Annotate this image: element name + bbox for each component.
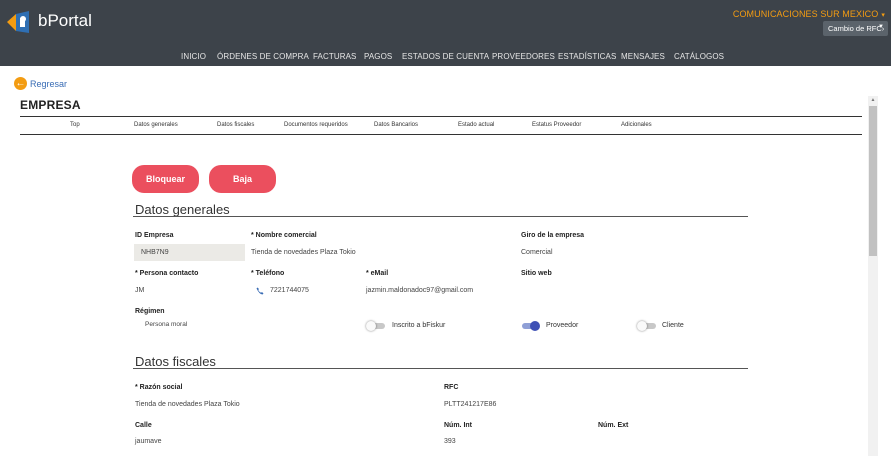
contact-label: * Persona contacto (135, 270, 199, 277)
rfc-change-label: Cambio de RFC› (828, 24, 885, 33)
phone-value: 7221744075 (270, 287, 309, 294)
toggle-knob (637, 321, 647, 331)
tabs-divider-top (20, 116, 862, 117)
client-toggle-label: Cliente (662, 322, 684, 329)
legal-name-label: * Razón social (135, 384, 183, 391)
scroll-up-arrow-icon[interactable]: ▲ (868, 96, 878, 105)
nav-catalogos[interactable]: CATÁLOGOS (674, 52, 724, 61)
client-toggle[interactable] (637, 321, 657, 331)
business-value: Comercial (521, 249, 553, 256)
regime-value: Persona moral (145, 321, 188, 328)
brand-name: bPortal (38, 11, 92, 30)
company-selector[interactable]: COMUNICACIONES SUR MEXICO ▾ (733, 9, 885, 19)
toggle-knob (366, 321, 376, 331)
id-field: NHB7N9 (134, 244, 245, 261)
section-title-general: Datos generales (135, 202, 230, 217)
tab-datos-generales[interactable]: Datos generales (134, 122, 178, 128)
nav-facturas[interactable]: FACTURAS (313, 52, 356, 61)
nav-ordenes-de-compra[interactable]: ÓRDENES DE COMPRA (217, 52, 309, 61)
trade-name-label: * Nombre comercial (251, 232, 317, 239)
tab-datos-bancarios[interactable]: Datos Bancarios (374, 122, 418, 128)
nav-proveedores[interactable]: PROVEEDORES (492, 52, 555, 61)
caret-down-icon: ▼ (878, 24, 884, 30)
id-label: ID Empresa (135, 232, 174, 239)
section-divider (133, 368, 748, 369)
phone-icon (256, 287, 264, 295)
tab-top[interactable]: Top (70, 122, 80, 128)
phone-label: * Teléfono (251, 270, 285, 277)
remove-button[interactable]: Baja (209, 165, 276, 193)
nav-mensajes[interactable]: MENSAJES (621, 52, 665, 61)
rfc-value: PLTT241217E86 (444, 401, 497, 408)
main-nav: INICIO ÓRDENES DE COMPRA FACTURAS PAGOS … (0, 46, 891, 66)
regime-label: Régimen (135, 308, 165, 315)
nav-estados-de-cuenta[interactable]: ESTADOS DE CUENTA (402, 52, 489, 61)
top-bar: bPortal COMUNICACIONES SUR MEXICO ▾ Cambi… (0, 0, 891, 46)
email-value: jazmin.maldonadoc97@gmail.com (366, 287, 474, 294)
bportal-logo-icon (7, 11, 29, 33)
supplier-toggle[interactable] (520, 321, 540, 331)
tabs-divider-bottom (20, 134, 862, 135)
business-label: Giro de la empresa (521, 232, 585, 239)
nav-inicio[interactable]: INICIO (181, 52, 206, 61)
rfc-change-button[interactable]: Cambio de RFC› ▼ (823, 21, 888, 36)
bfiskur-toggle[interactable] (366, 321, 386, 331)
back-link[interactable]: ← Regresar (14, 77, 67, 90)
website-label: Sitio web (521, 270, 552, 277)
int-number-label: Núm. Int (444, 422, 472, 429)
trade-name-value: Tienda de novedades Plaza Tokio (251, 249, 356, 256)
section-title-fiscal: Datos fiscales (135, 354, 216, 369)
tab-estatus-proveedor[interactable]: Estatus Proveedor (532, 122, 581, 128)
tab-datos-fiscales[interactable]: Datos fiscales (217, 122, 254, 128)
street-label: Calle (135, 422, 152, 429)
street-value: jaumave (135, 438, 162, 445)
chevron-down-icon: ▾ (881, 12, 885, 19)
supplier-toggle-label: Proveedor (546, 322, 579, 329)
page-title: EMPRESA (20, 98, 81, 112)
tab-adicionales[interactable]: Adicionales (621, 122, 652, 128)
contact-value: JM (135, 287, 145, 294)
back-label: Regresar (30, 78, 68, 89)
arrow-left-icon: ← (14, 77, 27, 90)
tab-documentos-requeridos[interactable]: Documentos requeridos (284, 122, 348, 128)
section-divider (133, 216, 748, 217)
nav-pagos[interactable]: PAGOS (364, 52, 392, 61)
scrollbar-thumb[interactable] (869, 106, 877, 256)
tab-estado-actual[interactable]: Estado actual (458, 122, 494, 128)
scrollbar[interactable]: ▲ (868, 96, 878, 456)
bfiskur-toggle-label: Inscrito a bFiskur (392, 322, 446, 329)
legal-name-value: Tienda de novedades Plaza Tokio (135, 401, 240, 408)
nav-estadisticas[interactable]: ESTADÍSTICAS (558, 52, 616, 61)
toggle-knob (530, 321, 540, 331)
company-name: COMUNICACIONES SUR MEXICO (732, 9, 879, 19)
block-button[interactable]: Bloquear (132, 165, 199, 193)
ext-number-label: Núm. Ext (598, 422, 629, 429)
email-label: * eMail (366, 270, 389, 277)
int-number-value: 393 (444, 438, 456, 445)
id-value: NHB7N9 (141, 249, 169, 256)
rfc-label: RFC (444, 384, 459, 391)
